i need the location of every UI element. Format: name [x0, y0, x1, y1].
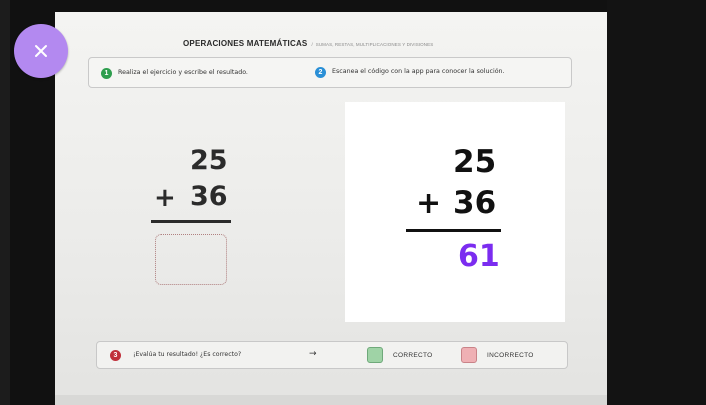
step-1-text: Realiza el ejercicio y escribe el result… [118, 69, 248, 76]
correct-label[interactable]: CORRECTO [393, 352, 432, 359]
solution-result: 61 [458, 239, 500, 274]
solution-operand-bottom: 36 [453, 185, 497, 221]
evaluation-box: 3 ¡Evalúa tu resultado! ¿Es correcto? → … [96, 341, 568, 369]
instructions-box: 1 Realiza el ejercicio y escribe el resu… [88, 57, 572, 88]
step-3-badge: 3 [110, 350, 121, 361]
close-icon [35, 45, 47, 57]
left-shadow-band [0, 0, 10, 405]
right-shadow-band [607, 0, 706, 405]
solution-operator: + [416, 186, 442, 221]
incorrect-checkbox[interactable] [461, 347, 477, 363]
arrow-icon: → [309, 349, 317, 359]
exercise-operator: + [154, 183, 176, 213]
page-title: OPERACIONES MATEMÁTICAS [183, 39, 308, 48]
step-2-text: Escanea el código con la app para conoce… [332, 68, 505, 75]
step-1-badge: 1 [101, 68, 112, 79]
exercise-operand-top: 25 [190, 145, 228, 176]
page-subtitle: SUMAS, RESTAS, MULTIPLICACIONES Y DIVISI… [315, 42, 434, 47]
exercise-sum-line [151, 220, 231, 223]
incorrect-label[interactable]: INCORRECTO [487, 352, 534, 359]
solution-card: 25 + 36 61 [345, 102, 565, 322]
correct-checkbox[interactable] [367, 347, 383, 363]
exercise-operand-bottom: 36 [190, 181, 228, 212]
step-2-badge: 2 [315, 67, 326, 78]
solution-operand-top: 25 [453, 144, 497, 180]
worksheet-bottom-edge [55, 395, 607, 405]
solution-sum-line [406, 229, 501, 232]
answer-input-box[interactable] [155, 234, 227, 285]
close-button[interactable] [14, 24, 68, 78]
evaluation-prompt: ¡Evalúa tu resultado! ¿Es correcto? [133, 351, 242, 358]
title-separator: / [311, 42, 313, 47]
worksheet-header: OPERACIONES MATEMÁTICAS / SUMAS, RESTAS,… [183, 39, 583, 53]
